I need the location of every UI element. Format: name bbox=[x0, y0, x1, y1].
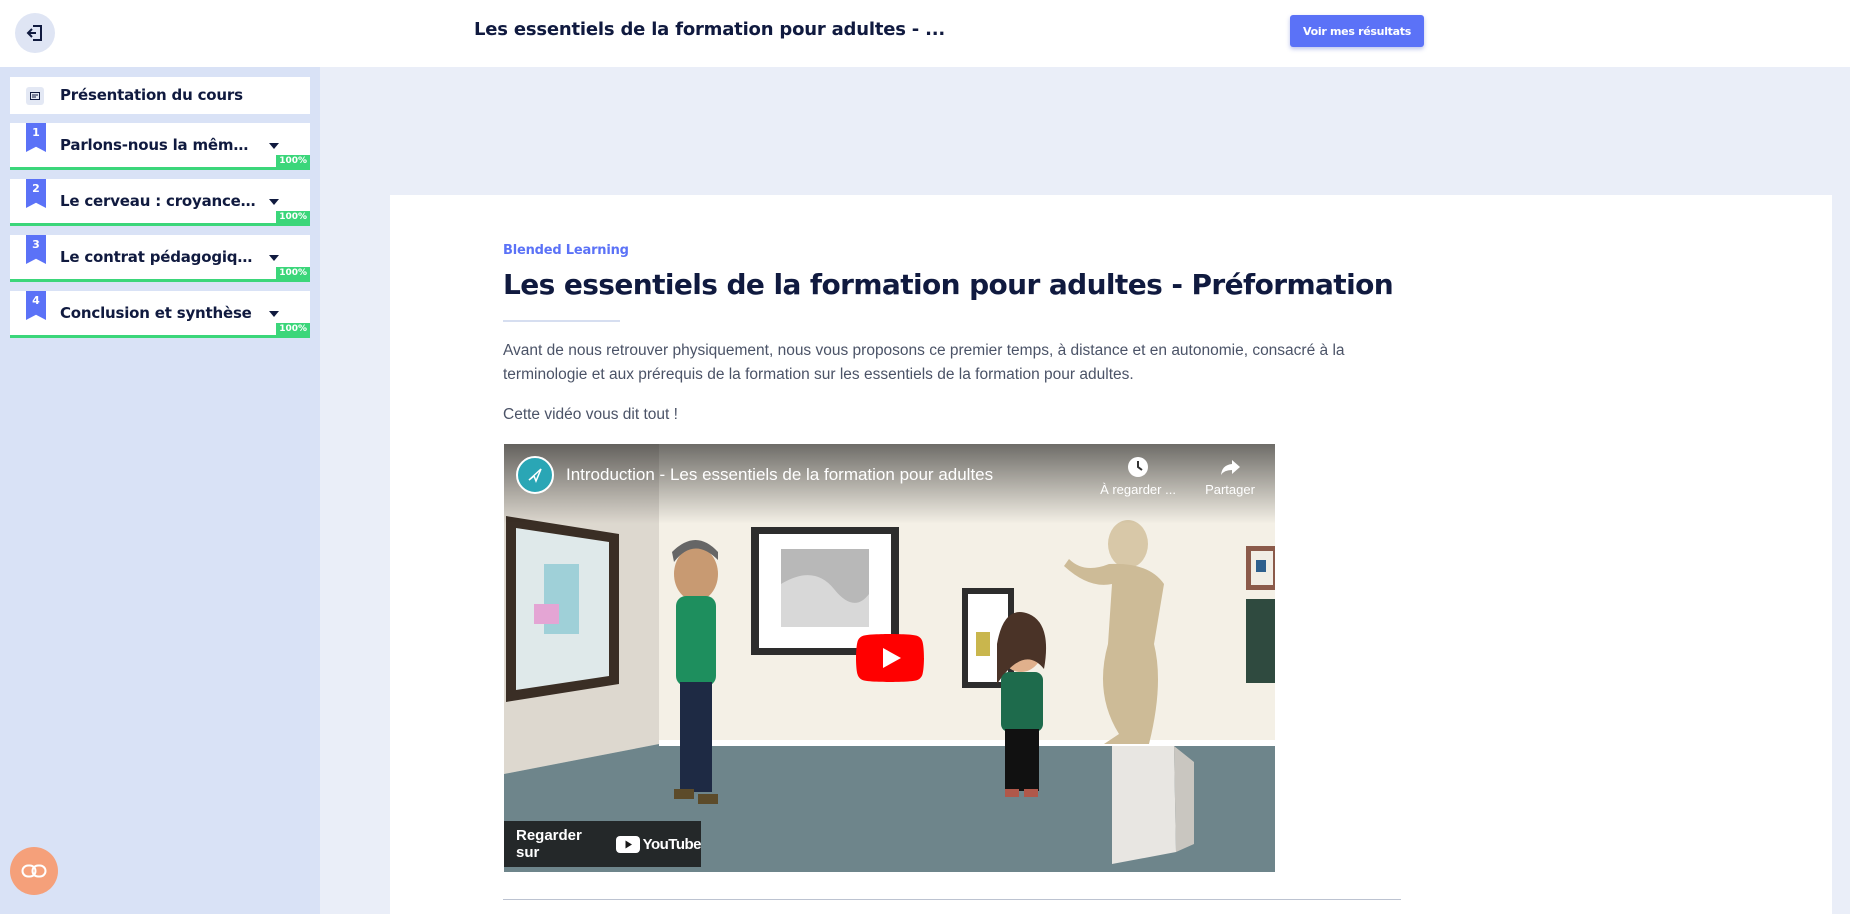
title-divider bbox=[503, 320, 620, 322]
watch-on-label: Regarder sur bbox=[516, 827, 582, 861]
page-title: Les essentiels de la formation pour adul… bbox=[503, 268, 1394, 301]
chevron-down-icon[interactable] bbox=[269, 311, 279, 317]
view-results-button[interactable]: Voir mes résultats bbox=[1290, 15, 1424, 47]
sidebar-item-chapter-2[interactable]: 2 Le cerveau : croyances ... 100% bbox=[10, 179, 310, 226]
video-player[interactable]: Introduction - Les essentiels de la form… bbox=[504, 444, 1275, 872]
sidebar-item-label: Le contrat pédagogique... bbox=[60, 248, 258, 266]
top-bar: Les essentiels de la formation pour adul… bbox=[0, 0, 1850, 67]
share-label: Partager bbox=[1205, 482, 1255, 497]
link-icon bbox=[21, 864, 47, 878]
video-title[interactable]: Introduction - Les essentiels de la form… bbox=[566, 465, 993, 485]
course-title: Les essentiels de la formation pour adul… bbox=[474, 19, 946, 40]
chapter-number-badge: 3 bbox=[26, 235, 46, 264]
exit-button[interactable] bbox=[15, 13, 55, 53]
list-icon bbox=[26, 87, 44, 105]
chevron-down-icon[interactable] bbox=[269, 255, 279, 261]
help-button[interactable] bbox=[10, 847, 58, 895]
share-button[interactable]: Partager bbox=[1190, 456, 1270, 497]
sidebar-item-chapter-1[interactable]: 1 Parlons-nous la même l... 100% bbox=[10, 123, 310, 170]
exit-icon bbox=[26, 25, 42, 41]
lesson-video-intro: Cette vidéo vous dit tout ! bbox=[503, 406, 678, 423]
clock-icon bbox=[1128, 457, 1148, 477]
sidebar-item-label: Présentation du cours bbox=[60, 86, 243, 104]
chapter-number-badge: 4 bbox=[26, 291, 46, 320]
youtube-wordmark: YouTube bbox=[642, 835, 702, 853]
sidebar-item-label: Parlons-nous la même l... bbox=[60, 136, 258, 154]
content-divider bbox=[503, 899, 1401, 900]
chapter-number-badge: 1 bbox=[26, 123, 46, 152]
chapter-number-badge: 2 bbox=[26, 179, 46, 208]
lesson-intro-text: Avant de nous retrouver physiquement, no… bbox=[503, 342, 1345, 383]
youtube-icon bbox=[615, 835, 640, 853]
watch-on-youtube-button[interactable]: Regarder sur YouTube bbox=[504, 821, 702, 867]
play-icon[interactable] bbox=[856, 634, 924, 682]
sidebar-item-label: Conclusion et synthèse bbox=[60, 304, 252, 322]
sidebar-item-label: Le cerveau : croyances ... bbox=[60, 192, 258, 210]
watch-later-button[interactable]: À regarder ... bbox=[1098, 456, 1178, 497]
channel-logo[interactable] bbox=[516, 456, 554, 494]
share-icon bbox=[1221, 460, 1240, 475]
sidebar-item-chapter-4[interactable]: 4 Conclusion et synthèse 100% bbox=[10, 291, 310, 338]
progress-badge: 100% bbox=[276, 323, 310, 335]
chevron-down-icon[interactable] bbox=[269, 143, 279, 149]
progress-badge: 100% bbox=[276, 267, 310, 279]
sidebar-item-chapter-3[interactable]: 3 Le contrat pédagogique... 100% bbox=[10, 235, 310, 282]
youtube-logo: YouTube bbox=[615, 835, 702, 853]
lesson-kicker: Blended Learning bbox=[503, 243, 629, 258]
watch-later-label: À regarder ... bbox=[1100, 482, 1176, 497]
sidebar-item-overview[interactable]: Présentation du cours bbox=[10, 77, 310, 114]
progress-badge: 100% bbox=[276, 155, 310, 167]
sidebar: Présentation du cours 1 Parlons-nous la … bbox=[0, 67, 320, 914]
progress-badge: 100% bbox=[276, 211, 310, 223]
chevron-down-icon[interactable] bbox=[269, 199, 279, 205]
